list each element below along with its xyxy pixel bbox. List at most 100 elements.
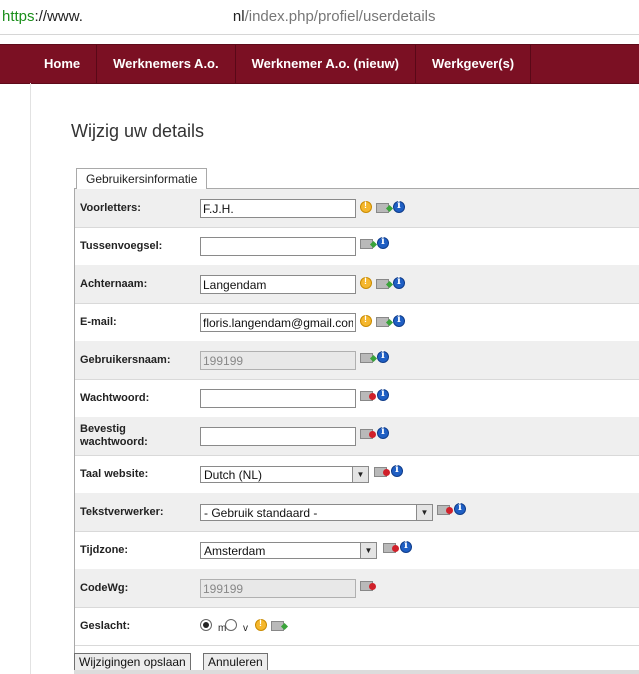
- info-icon[interactable]: [454, 502, 466, 515]
- codewg-label: CodeWg:: [80, 582, 129, 594]
- wachtwoord-icons: [360, 388, 389, 401]
- lock-icon: [360, 429, 376, 439]
- row-wachtwoord: Wachtwoord:: [75, 379, 639, 418]
- tekstverwerker-select-value: - Gebruik standaard -: [204, 506, 318, 520]
- achternaam-input[interactable]: [200, 275, 356, 294]
- row-gebruikersnaam: Gebruikersnaam:: [75, 341, 639, 380]
- address-bar[interactable]: https://www. nl/index.php/profiel/userdet…: [0, 0, 639, 35]
- taal-select-value: Dutch (NL): [204, 468, 263, 482]
- sync-icon[interactable]: [376, 317, 389, 327]
- bevestig-label: Bevestig wachtwoord:: [80, 423, 148, 449]
- info-icon[interactable]: [377, 350, 389, 363]
- sync-icon[interactable]: [376, 203, 389, 213]
- info-icon[interactable]: [377, 388, 389, 401]
- tekstverwerker-select[interactable]: - Gebruik standaard - ▼: [200, 504, 433, 521]
- sync-icon[interactable]: [376, 279, 389, 289]
- tijdzone-label: Tijdzone:: [80, 544, 129, 556]
- tussenvoegsel-icons: [360, 236, 389, 249]
- chevron-down-icon[interactable]: ▼: [352, 467, 368, 482]
- url-redaction: [82, 10, 233, 25]
- lock-icon: [383, 543, 399, 553]
- achternaam-icons: [360, 276, 405, 289]
- url-host-end: nl: [232, 8, 245, 25]
- nav-item-werknemers[interactable]: Werknemers A.o.: [97, 45, 236, 83]
- info-icon[interactable]: [393, 314, 405, 327]
- info-icon[interactable]: [400, 540, 412, 553]
- bevestig-label-line1: Bevestig: [80, 423, 126, 435]
- voorletters-input[interactable]: [200, 199, 356, 218]
- geslacht-label-v: v: [243, 623, 248, 634]
- warning-icon: [360, 276, 372, 289]
- row-email: E-mail:: [75, 303, 639, 342]
- form-panel: Voorletters: Tussenvoegsel: Achternaam: …: [74, 188, 639, 669]
- lock-icon: [374, 467, 390, 477]
- bevestig-wachtwoord-input[interactable]: [200, 427, 356, 446]
- lock-icon: [437, 505, 453, 515]
- gebruikersnaam-label: Gebruikersnaam:: [80, 354, 171, 366]
- row-bevestig-wachtwoord: Bevestig wachtwoord:: [75, 417, 639, 456]
- warning-icon: [360, 200, 372, 213]
- tijdzone-select[interactable]: Amsterdam ▼: [200, 542, 377, 559]
- lock-icon: [360, 391, 376, 401]
- tussenvoegsel-input[interactable]: [200, 237, 356, 256]
- email-icons: [360, 314, 405, 327]
- sync-icon[interactable]: [271, 621, 284, 631]
- taal-select[interactable]: Dutch (NL) ▼: [200, 466, 369, 483]
- taal-label: Taal website:: [80, 468, 149, 480]
- info-icon[interactable]: [377, 426, 389, 439]
- geslacht-radio-m[interactable]: [200, 619, 212, 631]
- cancel-button[interactable]: Annuleren: [203, 653, 268, 671]
- wachtwoord-label: Wachtwoord:: [80, 392, 150, 404]
- bottom-scroll-strip: [74, 670, 639, 674]
- nav-item-home[interactable]: Home: [28, 45, 98, 83]
- tab-gebruikersinformatie[interactable]: Gebruikersinformatie: [76, 168, 208, 189]
- tijdzone-select-value: Amsterdam: [204, 544, 266, 558]
- page-title: Wijzig uw details: [71, 121, 205, 141]
- url-host-start: ://www.: [34, 8, 83, 25]
- info-icon[interactable]: [391, 464, 403, 477]
- nav-item-werkgevers[interactable]: Werkgever(s): [416, 45, 532, 83]
- sync-icon[interactable]: [360, 239, 373, 249]
- tekstverwerker-label: Tekstverwerker:: [80, 506, 164, 518]
- chevron-down-icon[interactable]: ▼: [360, 543, 376, 558]
- bevestig-label-line2: wachtwoord:: [80, 436, 148, 448]
- tijdzone-icons: [383, 540, 412, 553]
- geslacht-label: Geslacht:: [80, 620, 131, 632]
- email-input[interactable]: [200, 313, 356, 332]
- warning-icon: [255, 618, 267, 631]
- info-icon[interactable]: [377, 236, 389, 249]
- row-voorletters: Voorletters:: [75, 189, 639, 228]
- lock-icon: [360, 581, 376, 591]
- row-codewg: CodeWg:: [75, 569, 639, 608]
- row-tekstverwerker: Tekstverwerker: - Gebruik standaard - ▼: [75, 493, 639, 532]
- url-path: /index.php/profiel/userdetails: [244, 8, 436, 25]
- geslacht-icons: [255, 618, 284, 631]
- tussenvoegsel-label: Tussenvoegsel:: [80, 240, 163, 252]
- row-taal-website: Taal website: Dutch (NL) ▼: [75, 455, 639, 494]
- gebruikersnaam-input: [200, 351, 356, 370]
- content-divider: [30, 83, 31, 674]
- nav-item-werknemer-nieuw[interactable]: Werknemer A.o. (nieuw): [236, 45, 416, 83]
- url-scheme: https: [2, 8, 35, 25]
- row-achternaam: Achternaam:: [75, 265, 639, 304]
- sync-icon[interactable]: [360, 353, 373, 363]
- tekstverwerker-icons: [437, 502, 466, 515]
- row-tussenvoegsel: Tussenvoegsel:: [75, 227, 639, 266]
- info-icon[interactable]: [393, 276, 405, 289]
- taal-icons: [374, 464, 403, 477]
- row-geslacht: Geslacht: m v: [75, 607, 639, 646]
- voorletters-label: Voorletters:: [80, 202, 141, 214]
- info-icon[interactable]: [393, 200, 405, 213]
- wachtwoord-input[interactable]: [200, 389, 356, 408]
- save-button[interactable]: Wijzigingen opslaan: [74, 653, 191, 671]
- warning-icon: [360, 314, 372, 327]
- bevestig-icons: [360, 426, 389, 439]
- geslacht-radio-v[interactable]: [225, 619, 237, 631]
- email-label: E-mail:: [80, 316, 117, 328]
- codewg-icons: [360, 579, 376, 591]
- row-tijdzone: Tijdzone: Amsterdam ▼: [75, 531, 639, 570]
- codewg-input: [200, 579, 356, 598]
- voorletters-icons: [360, 200, 405, 213]
- chevron-down-icon[interactable]: ▼: [416, 505, 432, 520]
- achternaam-label: Achternaam:: [80, 278, 148, 290]
